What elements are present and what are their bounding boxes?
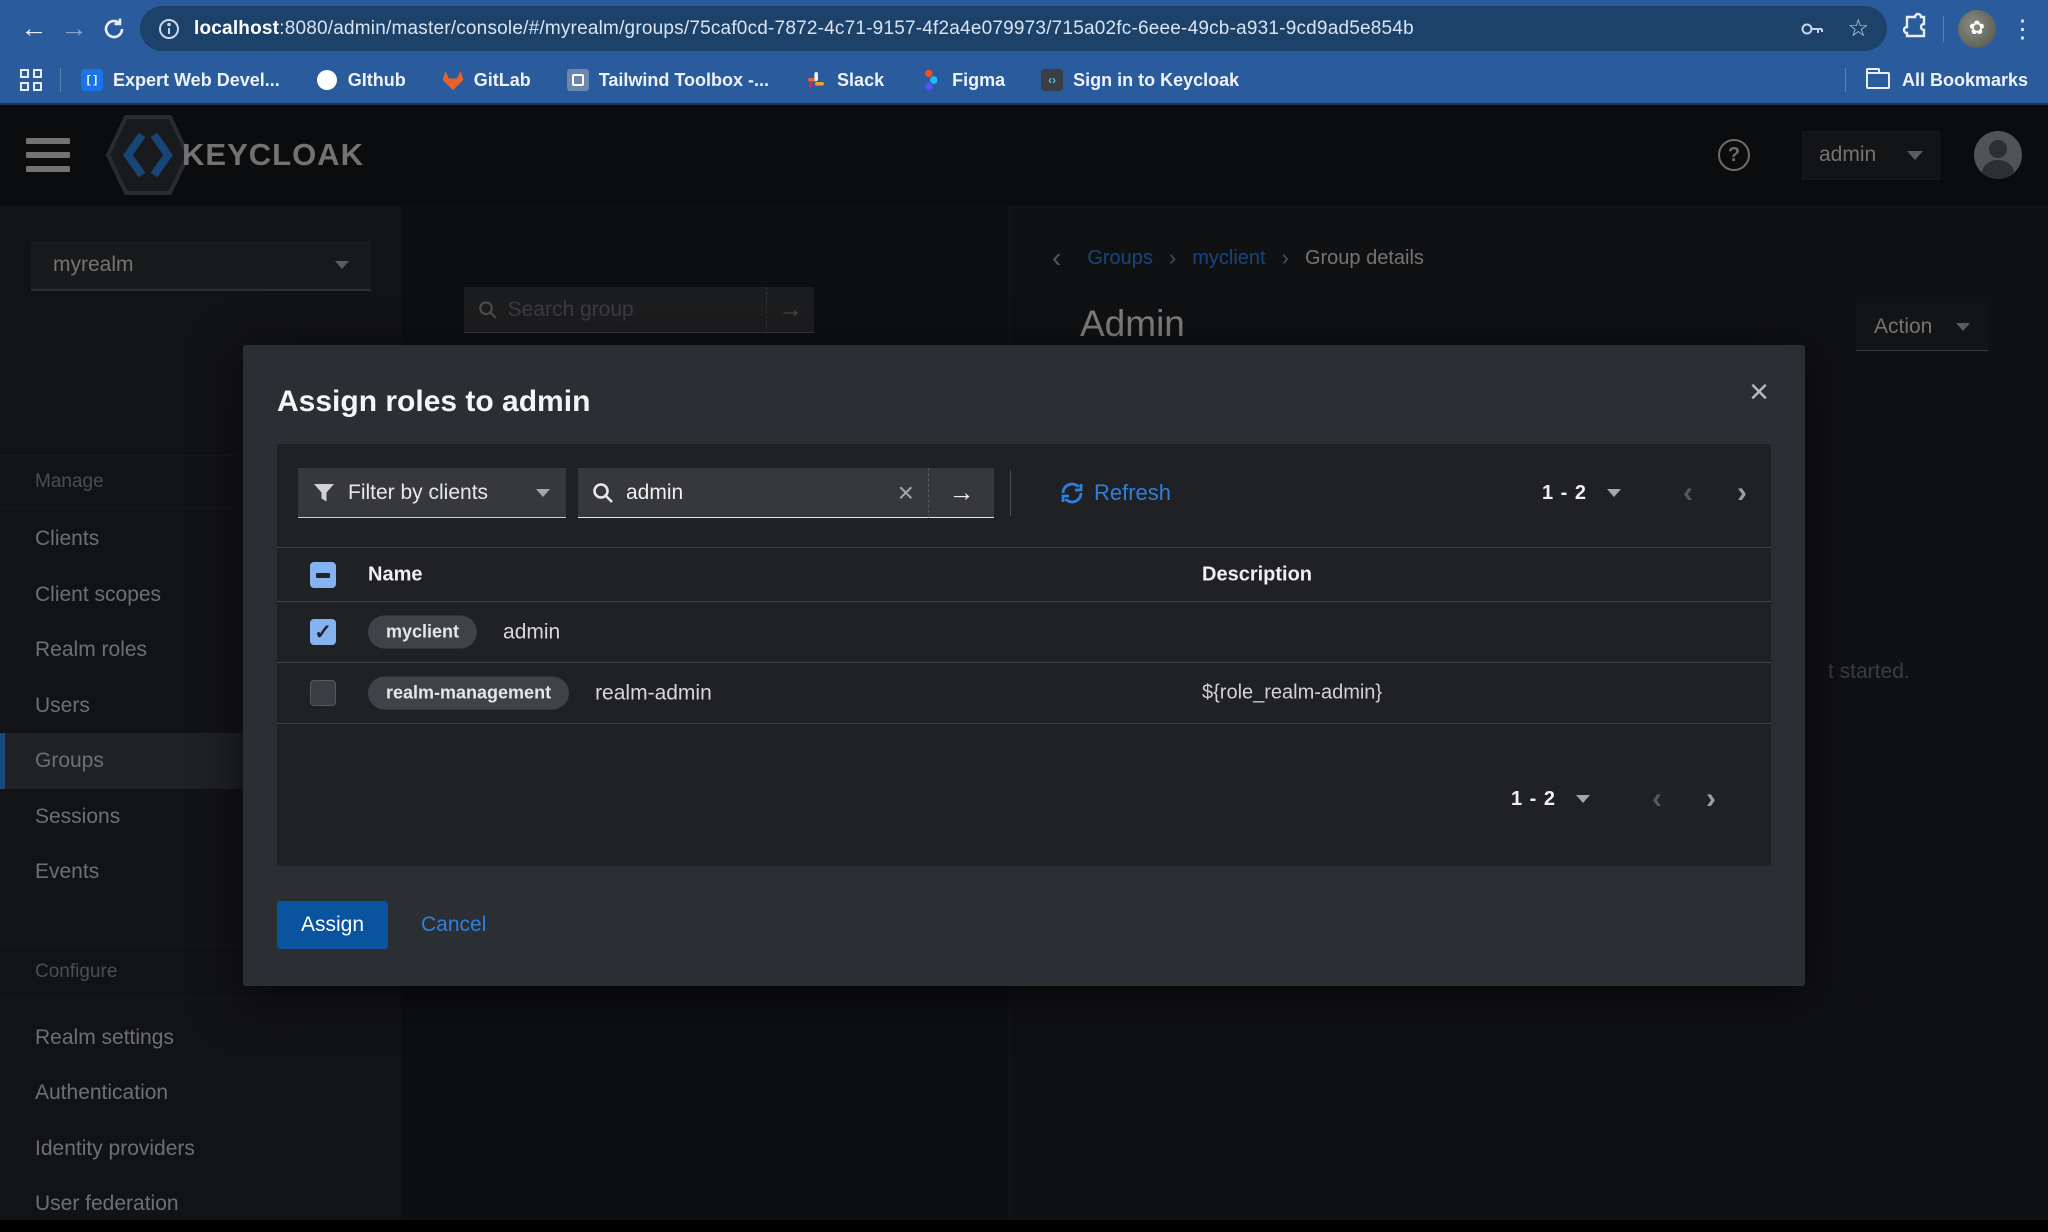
url-path: :8080/admin/master/console/#/myrealm/gro… (279, 18, 1414, 39)
previous-page-icon[interactable]: ‹ (1652, 784, 1662, 814)
chrome-divider (1943, 16, 1944, 42)
table-row[interactable]: myclient admin (277, 602, 1771, 663)
assign-button[interactable]: Assign (277, 901, 388, 949)
modal-title: Assign roles to admin (277, 385, 590, 419)
column-name: Name (368, 563, 422, 586)
table-row[interactable]: realm-management realm-admin ${role_real… (277, 663, 1771, 724)
flower-icon: ✿ (1969, 17, 1985, 40)
refresh-button[interactable]: Refresh (1060, 468, 1171, 518)
apps-grid-icon[interactable] (20, 69, 42, 91)
extensions-icon[interactable] (1901, 12, 1929, 45)
bookmark-gitlab[interactable]: GitLab (442, 69, 531, 91)
pagination-bottom: 1 - 2 ‹ › (1511, 774, 1716, 824)
client-badge: myclient (368, 616, 477, 649)
site-info-icon[interactable] (158, 18, 180, 40)
client-badge: realm-management (368, 677, 569, 710)
select-all-checkbox[interactable] (310, 562, 336, 588)
filter-by-clients-dropdown[interactable]: Filter by clients (298, 468, 566, 518)
chrome-right-controls: ✿ ⋮ (1901, 10, 2034, 48)
bookmark-label: GIthub (348, 70, 406, 91)
row-checkbox[interactable] (310, 619, 336, 645)
url-text: localhost:8080/admin/master/console/#/my… (194, 18, 1777, 40)
keycloak-page: KEYCLOAK ? admin myrealm Manage Clients … (0, 105, 2048, 1220)
url-host: localhost (194, 18, 279, 39)
bookmarks-divider (1845, 68, 1846, 92)
next-page-icon[interactable]: › (1737, 478, 1747, 508)
screen: ← → localhost:8080/admin/master/console/… (0, 0, 2048, 1220)
role-search-submit-icon[interactable]: → (928, 468, 994, 518)
column-description: Description (1202, 563, 1312, 586)
toolbar-divider (1010, 470, 1011, 516)
bookmark-expert-web[interactable]: [ ] Expert Web Devel... (81, 69, 280, 91)
pagination-range: 1 - 2 (1511, 788, 1556, 811)
keycloak-favicon: ‹› (1041, 69, 1063, 91)
close-icon[interactable]: × (1749, 375, 1769, 409)
github-icon (316, 69, 338, 91)
assign-roles-modal: Assign roles to admin × Filter by client… (243, 345, 1805, 986)
all-bookmarks-button[interactable]: All Bookmarks (1866, 70, 2028, 91)
row-checkbox[interactable] (310, 680, 336, 706)
cancel-button[interactable]: Cancel (421, 901, 486, 949)
pagination-top: 1 - 2 ‹ › (1542, 468, 1747, 518)
slack-icon (805, 69, 827, 91)
bookmark-label: Figma (952, 70, 1005, 91)
bookmark-github[interactable]: GIthub (316, 69, 406, 91)
gitlab-icon (442, 69, 464, 91)
pagination-range: 1 - 2 (1542, 482, 1587, 505)
role-description: ${role_realm-admin} (1202, 682, 1382, 705)
bookmarks-divider (60, 68, 61, 92)
password-key-icon[interactable] (1799, 16, 1825, 42)
all-bookmarks-label: All Bookmarks (1902, 70, 2028, 91)
expert-web-icon: [ ] (81, 69, 103, 91)
filter-icon (314, 484, 334, 502)
bookmark-slack[interactable]: Slack (805, 69, 884, 91)
browser-menu-icon[interactable]: ⋮ (2010, 14, 2034, 44)
table-header: Name Description (277, 547, 1771, 602)
figma-icon (920, 69, 942, 91)
chevron-down-icon (536, 489, 550, 497)
bookmarks-bar: [ ] Expert Web Devel... GIthub GitLab Ta… (0, 57, 2048, 105)
bookmark-label: Expert Web Devel... (113, 70, 280, 91)
role-name: admin (503, 620, 560, 644)
search-icon (592, 482, 614, 504)
next-page-icon[interactable]: › (1706, 784, 1716, 814)
pagination-options-icon[interactable] (1607, 489, 1621, 497)
roles-table-container: Filter by clients × → Refresh 1 - 2 (277, 444, 1771, 866)
bookmark-figma[interactable]: Figma (920, 69, 1005, 91)
bookmark-label: Slack (837, 70, 884, 91)
bookmark-keycloak-signin[interactable]: ‹› Sign in to Keycloak (1041, 69, 1239, 91)
bookmark-label: Tailwind Toolbox -... (599, 70, 769, 91)
browser-profile-avatar[interactable]: ✿ (1958, 10, 1996, 48)
clear-search-icon[interactable]: × (898, 479, 914, 507)
back-icon[interactable]: ← (14, 9, 54, 49)
previous-page-icon[interactable]: ‹ (1683, 478, 1693, 508)
bookmark-label: Sign in to Keycloak (1073, 70, 1239, 91)
reload-icon[interactable] (94, 9, 134, 49)
bookmark-tailwind[interactable]: Tailwind Toolbox -... (567, 69, 769, 91)
bookmark-label: GitLab (474, 70, 531, 91)
pagination-options-icon[interactable] (1576, 795, 1590, 803)
folder-icon (1866, 72, 1890, 89)
bookmark-star-icon[interactable]: ☆ (1847, 14, 1869, 43)
address-bar[interactable]: localhost:8080/admin/master/console/#/my… (140, 6, 1887, 51)
filter-label: Filter by clients (348, 481, 488, 505)
refresh-label: Refresh (1094, 480, 1171, 506)
browser-toolbar: ← → localhost:8080/admin/master/console/… (0, 0, 2048, 57)
role-search-field[interactable]: × (578, 468, 928, 518)
role-name: realm-admin (595, 681, 712, 705)
browser-chrome: ← → localhost:8080/admin/master/console/… (0, 0, 2048, 105)
refresh-icon (1060, 481, 1084, 505)
role-search-input[interactable] (626, 481, 890, 505)
tailwind-toolbox-icon (567, 69, 589, 91)
forward-icon[interactable]: → (54, 9, 94, 49)
